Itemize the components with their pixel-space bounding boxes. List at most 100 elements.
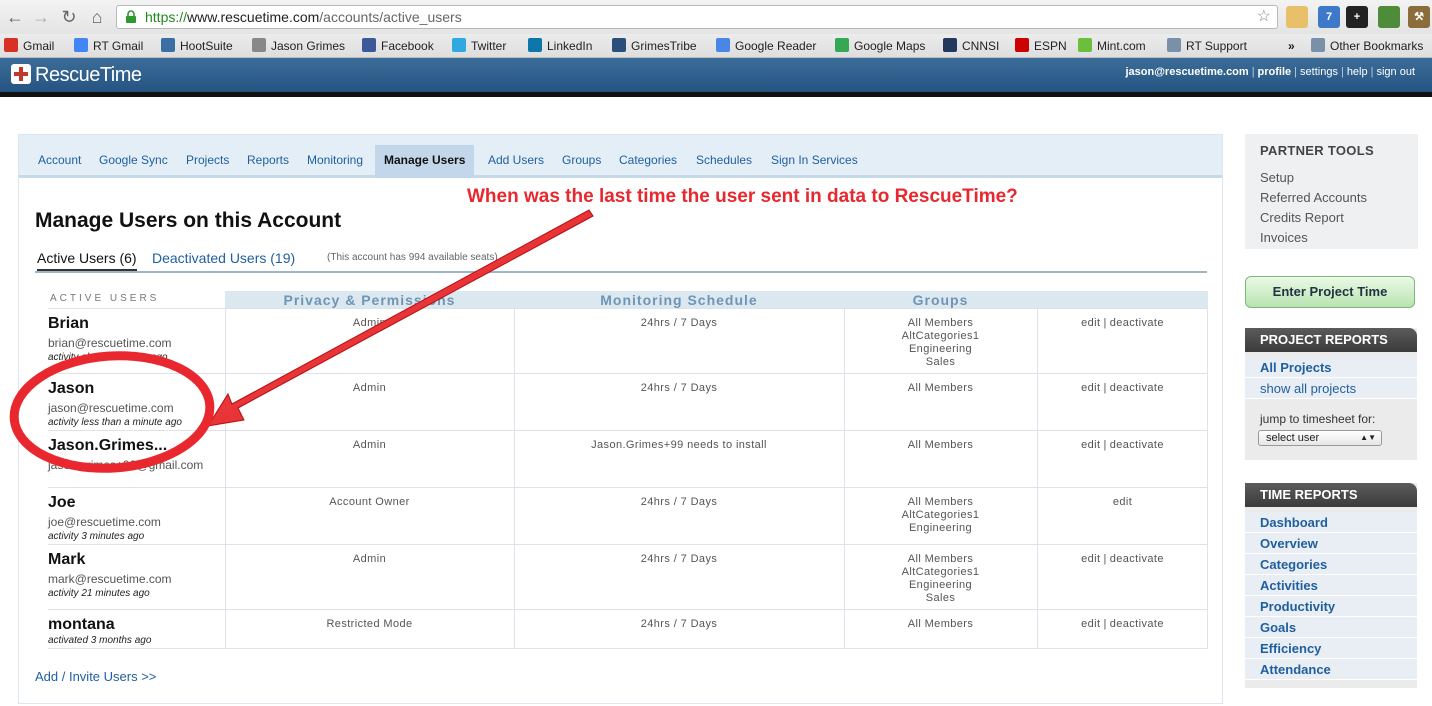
evernote-icon[interactable] (1378, 6, 1400, 28)
bookmark-item[interactable]: ESPN (1015, 38, 1067, 54)
bookmark-icon (74, 38, 88, 52)
edit-link[interactable]: edit (1081, 317, 1100, 329)
tab-projects[interactable]: Projects (182, 145, 233, 175)
tab-manage-users[interactable]: Manage Users (375, 145, 475, 178)
bookmark-item[interactable]: RT Support (1167, 38, 1247, 54)
row-actions: edit | deactivate (1081, 439, 1164, 451)
bookmark-item[interactable]: Twitter (452, 38, 506, 54)
attendance-link[interactable]: Attendance (1245, 659, 1417, 680)
deactivate-link[interactable]: deactivate (1110, 439, 1164, 451)
tab-google-sync[interactable]: Google Sync (95, 145, 172, 175)
forward-icon[interactable]: → (30, 6, 52, 28)
user-name: Mark (48, 551, 86, 568)
add-invite-users-link[interactable]: Add / Invite Users >> (35, 669, 156, 684)
groups-cell[interactable]: All Members AltCategories1 Engineering S… (844, 545, 1037, 609)
all-projects-link[interactable]: All Projects (1245, 357, 1417, 378)
home-icon[interactable]: ⌂ (86, 6, 108, 28)
groups-cell[interactable]: All Members (844, 374, 1037, 430)
overview-link[interactable]: Overview (1245, 533, 1417, 554)
user-activity: activity less than a minute ago (48, 417, 182, 428)
groups-cell[interactable]: All Members (844, 431, 1037, 487)
help-link[interactable]: help (1347, 66, 1368, 78)
bookmark-icon (528, 38, 542, 52)
setup-link[interactable]: Setup (1260, 170, 1294, 185)
bookmark-item[interactable]: LinkedIn (528, 38, 592, 54)
tab-groups[interactable]: Groups (558, 145, 605, 175)
partner-tools-title: PARTNER TOOLS (1260, 143, 1374, 158)
url-scheme: https:// (145, 9, 188, 25)
groups-cell[interactable]: All Members (844, 610, 1037, 648)
edit-link[interactable]: edit (1081, 553, 1100, 565)
plus-icon[interactable]: + (1346, 6, 1368, 28)
groups-cell[interactable]: All Members AltCategories1 Engineering S… (844, 309, 1037, 373)
bookmark-star-icon[interactable]: ☆ (1257, 6, 1271, 28)
tab-schedules[interactable]: Schedules (692, 145, 756, 175)
settings-link[interactable]: settings (1300, 66, 1338, 78)
sign-out-link[interactable]: sign out (1376, 66, 1415, 78)
deactivate-link[interactable]: deactivate (1110, 317, 1164, 329)
table-row: Jason jason@rescuetime.com activity less… (48, 373, 1208, 430)
tab-sign-in-services[interactable]: Sign In Services (767, 145, 862, 175)
privacy-permissions-header: Privacy & Permissions (283, 292, 456, 308)
referred-accounts-link[interactable]: Referred Accounts (1260, 190, 1367, 205)
efficiency-link[interactable]: Efficiency (1245, 638, 1417, 659)
tab-add-users[interactable]: Add Users (484, 145, 548, 175)
chevron-down-icon: ▲▼ (1360, 433, 1376, 442)
other-bookmarks[interactable]: Other Bookmarks (1311, 38, 1423, 54)
bookmarks-bar: Gmail RT Gmail HootSuite Jason Grimes Fa… (0, 34, 1432, 58)
row-actions: edit | deactivate (1081, 618, 1164, 630)
deactivate-link[interactable]: deactivate (1110, 382, 1164, 394)
select-user-dropdown[interactable]: select user ▲▼ (1258, 430, 1382, 446)
permission-cell: Account Owner (329, 496, 410, 508)
invoices-link[interactable]: Invoices (1260, 230, 1308, 245)
tab-monitoring[interactable]: Monitoring (303, 145, 367, 175)
enter-project-time-button[interactable]: Enter Project Time (1245, 276, 1415, 308)
credits-report-link[interactable]: Credits Report (1260, 210, 1344, 225)
edit-link[interactable]: edit (1081, 382, 1100, 394)
active-users-tab[interactable]: Active Users (6) (37, 249, 137, 271)
bookmark-item[interactable]: HootSuite (161, 38, 233, 54)
bookmark-item[interactable]: GrimesTribe (612, 38, 697, 54)
bookmark-item[interactable]: Jason Grimes (252, 38, 345, 54)
header-divider (0, 92, 1432, 97)
goals-link[interactable]: Goals (1245, 617, 1417, 638)
permission-cell: Admin (352, 553, 387, 565)
groups-cell[interactable]: All Members AltCategories1 Engineering (844, 488, 1037, 544)
bookmark-item[interactable]: Gmail (4, 38, 54, 54)
activities-link[interactable]: Activities (1245, 575, 1417, 596)
show-all-projects-link[interactable]: show all projects (1245, 378, 1417, 399)
user-name: Joe (48, 494, 76, 511)
reload-icon[interactable]: ↻ (58, 6, 80, 28)
bookmark-item[interactable]: CNNSI (943, 38, 999, 54)
categories-link[interactable]: Categories (1245, 554, 1417, 575)
extension-icon[interactable] (1286, 6, 1308, 28)
bookmarks-overflow[interactable]: » (1288, 38, 1295, 54)
calendar-icon[interactable]: 7 (1318, 6, 1340, 28)
bookmark-item[interactable]: Google Maps (835, 38, 925, 54)
deactivate-link[interactable]: deactivate (1110, 553, 1164, 565)
bookmark-item[interactable]: RT Gmail (74, 38, 143, 54)
browser-toolbar: ← → ↻ ⌂ https://www.rescuetime.com/accou… (0, 0, 1432, 34)
tab-account[interactable]: Account (34, 145, 85, 175)
edit-link[interactable]: edit (1113, 496, 1132, 508)
back-icon[interactable]: ← (4, 6, 26, 28)
dashboard-link[interactable]: Dashboard (1245, 512, 1417, 533)
user-activity: activity 21 minutes ago (48, 588, 150, 599)
table-row: montana activated 3 months ago Restricte… (48, 609, 1208, 649)
profile-link[interactable]: profile (1258, 66, 1292, 78)
schedule-cell: 24hrs / 7 Days (640, 317, 718, 329)
wrench-icon[interactable]: ⚒ (1408, 6, 1430, 28)
address-bar[interactable]: https://www.rescuetime.com/accounts/acti… (116, 5, 1278, 29)
deactivated-users-tab[interactable]: Deactivated Users (19) (152, 249, 295, 267)
tab-reports[interactable]: Reports (243, 145, 293, 175)
tab-categories[interactable]: Categories (615, 145, 681, 175)
url-path: /accounts/active_users (319, 9, 462, 25)
edit-link[interactable]: edit (1081, 618, 1100, 630)
bookmark-item[interactable]: Mint.com (1078, 38, 1146, 54)
edit-link[interactable]: edit (1081, 439, 1100, 451)
deactivate-link[interactable]: deactivate (1110, 618, 1164, 630)
bookmark-item[interactable]: Google Reader (716, 38, 816, 54)
bookmark-item[interactable]: Facebook (362, 38, 434, 54)
rescuetime-logo[interactable]: RescueTime (11, 63, 142, 87)
productivity-link[interactable]: Productivity (1245, 596, 1417, 617)
